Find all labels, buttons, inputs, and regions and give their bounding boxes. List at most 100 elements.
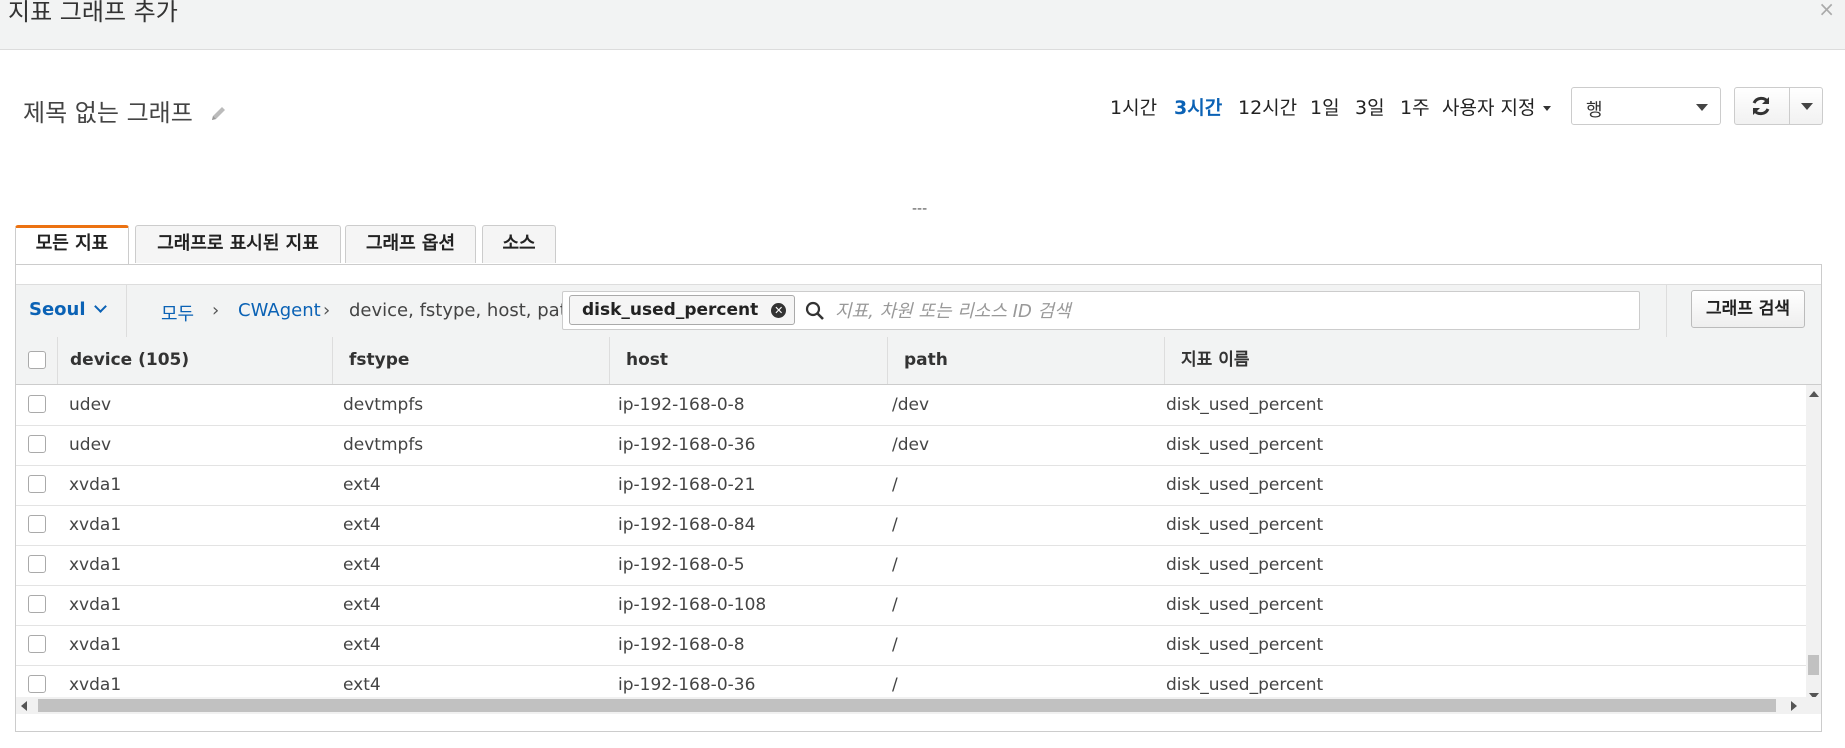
- column-header-path[interactable]: path: [904, 337, 948, 384]
- table-row[interactable]: xvda1 ext4 ip-192-168-0-108 / disk_used_…: [16, 585, 1806, 626]
- cell-host: ip-192-168-0-36: [618, 435, 756, 455]
- refresh-button-group: [1734, 87, 1823, 125]
- refresh-options-dropdown-icon[interactable]: [1801, 103, 1813, 110]
- row-checkbox[interactable]: [28, 395, 46, 413]
- pencil-icon[interactable]: [209, 103, 229, 123]
- vertical-scroll-thumb[interactable]: [1808, 655, 1819, 675]
- divider: [1666, 285, 1667, 337]
- dropdown-arrow-icon: [1696, 104, 1708, 111]
- time-range-1h[interactable]: 1시간: [1110, 93, 1157, 120]
- time-range-3h[interactable]: 3시간: [1174, 93, 1222, 120]
- column-divider: [57, 337, 58, 384]
- cell-host: ip-192-168-0-84: [618, 515, 756, 535]
- cell-path: /: [892, 555, 898, 575]
- table-row[interactable]: xvda1 ext4 ip-192-168-0-8 / disk_used_pe…: [16, 625, 1806, 666]
- cell-host: ip-192-168-0-108: [618, 595, 767, 615]
- table-row[interactable]: xvda1 ext4 ip-192-168-0-21 / disk_used_p…: [16, 465, 1806, 506]
- metrics-toolbar: Seoul 모두 › CWAgent › device, fstype, hos…: [16, 284, 1821, 338]
- table-header: device (105) fstype host path 지표 이름: [16, 337, 1821, 385]
- cell-metric-name: disk_used_percent: [1166, 635, 1324, 655]
- dialog-title: 지표 그래프 추가: [8, 0, 178, 26]
- table-body: udev devtmpfs ip-192-168-0-8 /dev disk_u…: [16, 385, 1806, 705]
- tab-graphed-metrics[interactable]: 그래프로 표시된 지표: [135, 225, 341, 263]
- column-header-metric-name[interactable]: 지표 이름: [1181, 337, 1249, 384]
- scroll-right-arrow-icon[interactable]: [1791, 701, 1797, 711]
- breadcrumb-separator: ›: [323, 300, 331, 321]
- horizontal-scrollbar[interactable]: [16, 697, 1821, 714]
- time-range-1w[interactable]: 1주: [1400, 93, 1430, 120]
- time-range-12h[interactable]: 12시간: [1238, 93, 1297, 120]
- scroll-up-arrow-icon[interactable]: [1809, 391, 1819, 397]
- tab-source[interactable]: 소스: [482, 225, 556, 263]
- time-range-3d[interactable]: 3일: [1355, 93, 1385, 120]
- cell-path: /dev: [892, 435, 930, 455]
- close-circle-icon[interactable]: ✕: [771, 303, 787, 318]
- metrics-panel: Seoul 모두 › CWAgent › device, fstype, hos…: [15, 264, 1822, 732]
- graph-search-button[interactable]: 그래프 검색: [1691, 290, 1805, 328]
- cell-device: xvda1: [69, 475, 122, 495]
- scroll-left-arrow-icon[interactable]: [21, 701, 27, 711]
- row-checkbox[interactable]: [28, 435, 46, 453]
- graph-title[interactable]: 제목 없는 그래프: [23, 93, 193, 128]
- cell-metric-name: disk_used_percent: [1166, 395, 1324, 415]
- row-checkbox[interactable]: [28, 515, 46, 533]
- column-header-host[interactable]: host: [626, 337, 668, 384]
- column-header-fstype[interactable]: fstype: [349, 337, 409, 384]
- breadcrumb-all[interactable]: 모두: [161, 300, 194, 326]
- divider: [126, 285, 127, 337]
- table-row[interactable]: udev devtmpfs ip-192-168-0-8 /dev disk_u…: [16, 385, 1806, 426]
- resize-handle[interactable]: ---: [912, 201, 927, 217]
- cell-path: /: [892, 635, 898, 655]
- cell-metric-name: disk_used_percent: [1166, 515, 1324, 535]
- button-divider: [1789, 88, 1790, 124]
- tab-all-metrics[interactable]: 모든 지표: [15, 225, 129, 265]
- cell-device: udev: [69, 395, 112, 415]
- cell-device: udev: [69, 435, 112, 455]
- search-input[interactable]: [833, 295, 1617, 327]
- table-row[interactable]: xvda1 ext4 ip-192-168-0-5 / disk_used_pe…: [16, 545, 1806, 586]
- cell-metric-name: disk_used_percent: [1166, 595, 1324, 615]
- cell-metric-name: disk_used_percent: [1166, 435, 1324, 455]
- table-row[interactable]: udev devtmpfs ip-192-168-0-36 /dev disk_…: [16, 425, 1806, 466]
- cell-fstype: ext4: [343, 515, 381, 535]
- time-range-custom[interactable]: 사용자 지정: [1442, 93, 1552, 120]
- chevron-down-icon: [93, 300, 107, 313]
- view-type-select[interactable]: 행: [1571, 87, 1721, 125]
- breadcrumb-separator: ›: [212, 300, 220, 321]
- vertical-scrollbar[interactable]: [1806, 385, 1821, 705]
- tab-graph-options[interactable]: 그래프 옵션: [345, 225, 476, 263]
- cell-fstype: ext4: [343, 635, 381, 655]
- cell-host: ip-192-168-0-8: [618, 395, 745, 415]
- row-checkbox[interactable]: [28, 555, 46, 573]
- close-icon[interactable]: ×: [1818, 0, 1835, 21]
- cell-fstype: ext4: [343, 595, 381, 615]
- cell-device: xvda1: [69, 515, 122, 535]
- caret-down-icon: [1543, 106, 1552, 111]
- cell-metric-name: disk_used_percent: [1166, 475, 1324, 495]
- refresh-icon[interactable]: [1749, 94, 1773, 118]
- column-header-device[interactable]: device (105): [70, 337, 189, 384]
- column-divider[interactable]: [1164, 337, 1165, 384]
- time-range-1d[interactable]: 1일: [1310, 93, 1340, 120]
- filter-chip-label: disk_used_percent: [582, 300, 759, 320]
- column-divider[interactable]: [609, 337, 610, 384]
- select-all-checkbox[interactable]: [28, 351, 46, 369]
- filter-chip: disk_used_percent ✕: [569, 295, 796, 325]
- row-checkbox[interactable]: [28, 635, 46, 653]
- horizontal-scroll-thumb[interactable]: [38, 699, 1776, 712]
- row-checkbox[interactable]: [28, 475, 46, 493]
- column-divider[interactable]: [887, 337, 888, 384]
- table-row[interactable]: xvda1 ext4 ip-192-168-0-84 / disk_used_p…: [16, 505, 1806, 546]
- cell-device: xvda1: [69, 555, 122, 575]
- view-type-value: 행: [1586, 100, 1603, 121]
- cell-host: ip-192-168-0-8: [618, 635, 745, 655]
- region-label: Seoul: [29, 299, 86, 320]
- row-checkbox[interactable]: [28, 595, 46, 613]
- region-selector[interactable]: Seoul: [29, 299, 107, 320]
- cell-path: /: [892, 595, 898, 615]
- search-icon: [805, 301, 824, 320]
- breadcrumb-current: device, fstype, host, path: [349, 300, 579, 321]
- breadcrumb-cwagent[interactable]: CWAgent: [238, 300, 321, 321]
- row-checkbox[interactable]: [28, 675, 46, 693]
- column-divider[interactable]: [332, 337, 333, 384]
